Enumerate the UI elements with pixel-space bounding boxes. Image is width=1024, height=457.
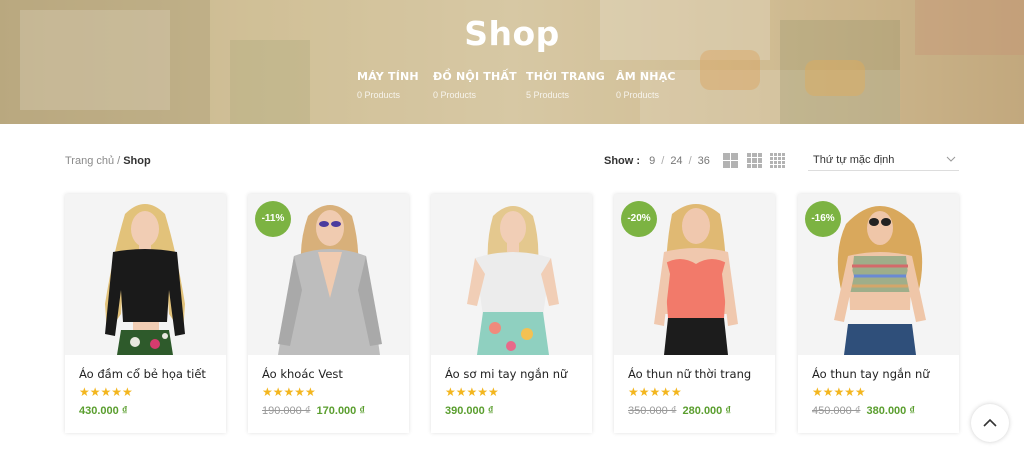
per-page-9[interactable]: 9 <box>649 155 655 167</box>
breadcrumb-home[interactable]: Trang chủ <box>65 155 114 167</box>
product-card[interactable]: -16% Áo thun tay ngắn nữ ★★★★★ 450.000 ₫… <box>798 194 959 433</box>
star-rating: ★★★★★ <box>79 385 133 399</box>
grid-2-icon[interactable] <box>723 153 738 168</box>
category-name: ĐỒ NỘI THẤT <box>433 70 517 83</box>
product-image[interactable] <box>431 194 592 355</box>
per-page-selector: Show : 9 / 24 / 36 <box>604 155 710 167</box>
star-rating: ★★★★★ <box>628 385 682 399</box>
star-rating: ★★★★★ <box>445 385 499 399</box>
breadcrumb-current: Shop <box>123 155 151 167</box>
discount-badge: -16% <box>805 201 841 237</box>
category-name: MÁY TÍNH <box>357 70 419 83</box>
category-may-tinh[interactable]: MÁY TÍNH 0 Products <box>357 70 419 100</box>
product-image[interactable] <box>65 194 226 355</box>
per-page-separator: / <box>688 155 692 167</box>
product-card[interactable]: Áo đầm cổ bẻ họa tiết ★★★★★ 430.000 ₫ <box>65 194 226 433</box>
category-count: 0 Products <box>357 90 401 100</box>
sort-selected-value: Thứ tự mặc định <box>813 154 895 166</box>
show-label: Show : <box>604 155 641 167</box>
current-price: 390.000 ₫ <box>445 405 494 417</box>
back-to-top-button[interactable] <box>971 404 1009 442</box>
per-page-24[interactable]: 24 <box>670 155 682 167</box>
product-name[interactable]: Áo sơ mi tay ngắn nữ <box>445 367 567 381</box>
old-price: 450.000 ₫ <box>812 405 861 417</box>
breadcrumb: Trang chủ / Shop <box>65 155 151 167</box>
per-page-separator: / <box>661 155 665 167</box>
category-count: 0 Products <box>616 90 660 100</box>
discount-badge: -20% <box>621 201 657 237</box>
star-rating: ★★★★★ <box>262 385 316 399</box>
sort-select[interactable]: Thứ tự mặc định <box>808 149 959 171</box>
product-name[interactable]: Áo thun nữ thời trang <box>628 367 751 381</box>
discount-badge: -11% <box>255 201 291 237</box>
product-price: 430.000 ₫ <box>79 405 127 417</box>
current-price: 430.000 ₫ <box>79 405 128 417</box>
product-card[interactable]: -11% Áo khoác Vest ★★★★★ 190.000 ₫ 170.0… <box>248 194 409 433</box>
product-name[interactable]: Áo khoác Vest <box>262 367 343 381</box>
product-card[interactable]: -20% Áo thun nữ thời trang ★★★★★ 350.000… <box>614 194 775 433</box>
category-name: THỜI TRANG <box>526 70 605 83</box>
product-card[interactable]: Áo sơ mi tay ngắn nữ ★★★★★ 390.000 ₫ <box>431 194 592 433</box>
breadcrumb-separator: / <box>117 155 121 167</box>
category-am-nhac[interactable]: ÂM NHẠC 0 Products <box>616 70 676 100</box>
product-image[interactable]: -16% <box>798 194 959 355</box>
product-name[interactable]: Áo thun tay ngắn nữ <box>812 367 930 381</box>
current-price: 170.000 ₫ <box>316 405 365 417</box>
hero-banner: Shop MÁY TÍNH 0 Products ĐỒ NỘI THẤT 0 P… <box>0 0 1024 124</box>
chevron-up-icon <box>983 418 997 427</box>
category-count: 0 Products <box>433 90 477 100</box>
category-count: 5 Products <box>526 90 570 100</box>
old-price: 190.000 ₫ <box>262 405 311 417</box>
product-price: 390.000 ₫ <box>445 405 493 417</box>
category-thoi-trang[interactable]: THỜI TRANG 5 Products <box>526 70 605 100</box>
old-price: 350.000 ₫ <box>628 405 677 417</box>
grid-4-icon[interactable] <box>770 153 785 168</box>
current-price: 280.000 ₫ <box>682 405 731 417</box>
per-page-36[interactable]: 36 <box>698 155 710 167</box>
product-price: 450.000 ₫ 380.000 ₫ <box>812 405 915 417</box>
chevron-down-icon <box>946 156 956 162</box>
category-name: ÂM NHẠC <box>616 70 676 83</box>
product-price: 350.000 ₫ 280.000 ₫ <box>628 405 731 417</box>
product-image[interactable]: -11% <box>248 194 409 355</box>
product-price: 190.000 ₫ 170.000 ₫ <box>262 405 365 417</box>
page-title: Shop <box>464 14 560 53</box>
product-image[interactable]: -20% <box>614 194 775 355</box>
star-rating: ★★★★★ <box>812 385 866 399</box>
grid-3-icon[interactable] <box>747 153 762 168</box>
current-price: 380.000 ₫ <box>866 405 915 417</box>
category-do-noi-that[interactable]: ĐỒ NỘI THẤT 0 Products <box>433 70 517 100</box>
product-name[interactable]: Áo đầm cổ bẻ họa tiết <box>79 367 206 381</box>
